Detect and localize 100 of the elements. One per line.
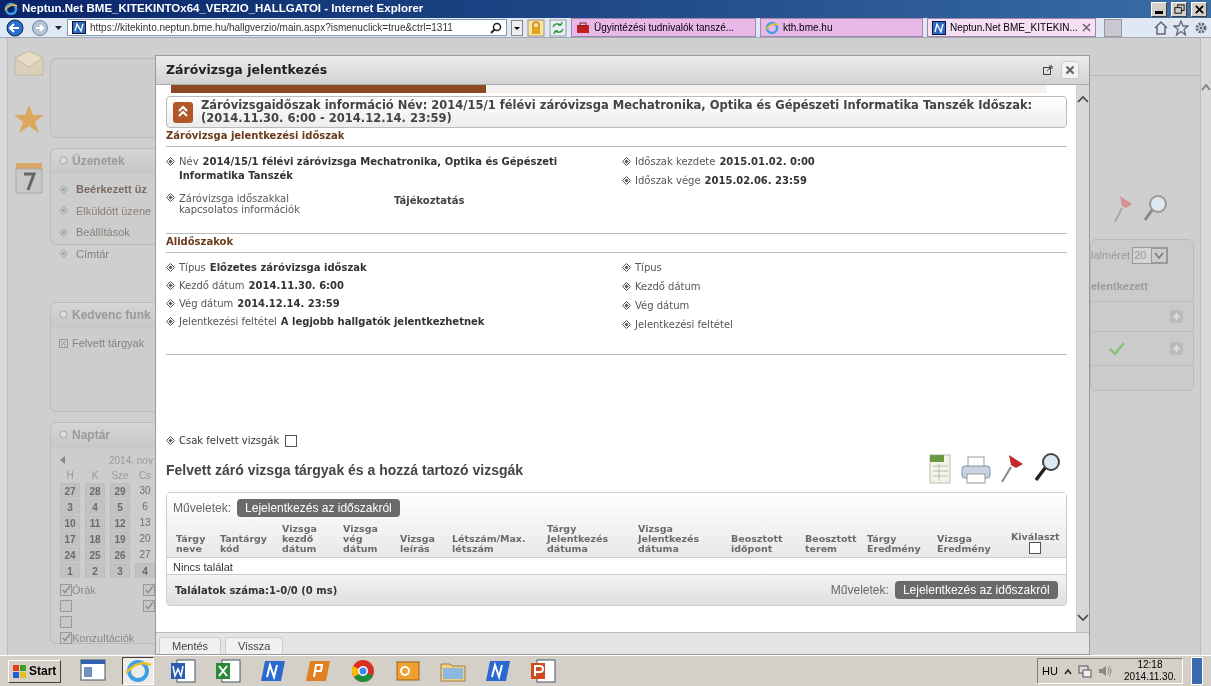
panel-title: Kedvenc funk <box>72 306 151 324</box>
pushpin-icon[interactable] <box>998 452 1025 484</box>
calendar-day[interactable]: 11 <box>85 515 105 530</box>
calendar-icon[interactable] <box>15 162 43 194</box>
browser-logo-icon <box>765 20 779 35</box>
spreadsheet-icon[interactable] <box>928 454 953 484</box>
close-icon[interactable] <box>1081 23 1091 32</box>
new-tab-button[interactable] <box>1103 18 1122 37</box>
calendar-day[interactable]: 13 <box>135 515 155 530</box>
close-icon <box>1065 65 1075 75</box>
diamond-bullet-icon <box>622 320 631 329</box>
language-indicator[interactable]: HU <box>1042 662 1058 680</box>
star-icon[interactable] <box>1173 19 1189 36</box>
calendar-day[interactable]: 25 <box>85 547 105 562</box>
field-text: Típus Előzetes záróvizsga időszak <box>179 261 367 275</box>
calendar-day[interactable]: 19 <box>110 531 130 546</box>
restore-icon <box>1173 3 1185 15</box>
calendar-day[interactable]: 17 <box>60 531 80 546</box>
start-button[interactable]: Start <box>8 659 62 683</box>
info-link[interactable]: Tájékoztatás <box>394 193 566 215</box>
calendar-day[interactable]: 18 <box>85 531 105 546</box>
result-count: Találatok száma:1-0/0 (0 ms) <box>175 583 338 598</box>
scrollbar[interactable] <box>1075 85 1089 632</box>
calendar-day[interactable]: 20 <box>135 531 155 546</box>
calendar-day[interactable]: 3 <box>60 499 80 514</box>
dialog-button[interactable]: Vissza <box>225 637 284 654</box>
calendar-day[interactable]: 6 <box>135 499 155 514</box>
browser-tab[interactable]: Ügyintézési tudnivalók tanszé... <box>571 18 756 37</box>
collapse-button-icon[interactable] <box>173 102 193 123</box>
calendar-day[interactable]: 29 <box>110 483 130 498</box>
panel-title: Üzenetek <box>72 152 125 170</box>
window-title: Neptun.Net BME_KITEKINTOx64_VERZIO_HALLGATOI - Internet Explorer <box>22 1 425 17</box>
search-icon[interactable] <box>490 21 502 34</box>
browser-tab[interactable]: Neptun.Net BME_KITEKIN... <box>927 18 1096 37</box>
menu-item[interactable]: Elküldött üzene <box>76 202 152 219</box>
calendar-day[interactable]: 27 <box>60 483 80 498</box>
browser-tab[interactable]: kth.bme.hu <box>760 18 923 37</box>
section-heading: Záróvizsga jelentkezési időszak <box>166 128 1067 147</box>
menu-item[interactable]: Beállítások <box>76 224 130 241</box>
diamond-bullet-icon <box>166 193 175 202</box>
checkbox[interactable] <box>60 584 72 596</box>
pop-out-icon[interactable] <box>1043 65 1053 75</box>
checkbox[interactable] <box>143 600 155 612</box>
checkbox[interactable] <box>143 584 155 596</box>
home-icon[interactable] <box>1153 19 1169 36</box>
network-icon[interactable] <box>1077 664 1092 678</box>
dialog-button[interactable]: Mentés <box>159 637 222 654</box>
checkbox[interactable] <box>60 632 72 644</box>
checkbox-label: Konzultációk <box>72 630 135 646</box>
checkbox[interactable] <box>60 616 72 628</box>
checkbox-icon <box>59 338 68 348</box>
column-header: Tárgy Eredmény <box>867 534 922 554</box>
checkbox-label: Csak felvett vizsgák <box>179 434 280 448</box>
unregister-button[interactable]: Lejelentkezés az időszakról <box>237 499 400 517</box>
diamond-bullet-icon <box>166 299 175 308</box>
diamond-bullet-icon <box>622 176 631 185</box>
minimize-button[interactable] <box>1151 1 1167 17</box>
refresh-icon[interactable] <box>549 18 567 37</box>
menu-item[interactable]: Beérkezett üz <box>76 181 147 198</box>
calendar-day[interactable]: 30 <box>135 483 155 498</box>
star-icon[interactable] <box>13 104 45 134</box>
menu-item[interactable]: Címtár <box>76 245 109 262</box>
show-desktop-button[interactable] <box>1191 657 1203 685</box>
select-all-checkbox[interactable] <box>1029 542 1042 554</box>
calendar-day[interactable]: 24 <box>60 547 80 562</box>
page-scrollbar[interactable] <box>1200 38 1211 655</box>
circle-icon <box>59 156 68 165</box>
calendar-day[interactable]: 10 <box>60 515 80 530</box>
calendar-day[interactable]: 27 <box>135 547 155 562</box>
field-label: Záróvizsga időszakkal kapcsolatos információk <box>179 193 301 215</box>
circle-icon <box>59 310 68 319</box>
back-icon[interactable] <box>4 18 26 37</box>
calendar-day[interactable]: 3 <box>110 563 130 578</box>
calendar-day[interactable]: 28 <box>85 483 105 498</box>
search-icon[interactable] <box>1032 452 1061 484</box>
speaker-icon[interactable] <box>1097 664 1112 678</box>
column-header: Vizsga Jelentkezés dátuma <box>638 524 701 554</box>
calendar-day[interactable]: 5 <box>110 499 130 514</box>
calendar-day[interactable]: 2 <box>85 563 105 578</box>
page-size-select[interactable]: 20 <box>1132 246 1169 264</box>
checkbox[interactable] <box>285 434 298 447</box>
calendar-day[interactable]: 1 <box>60 563 80 578</box>
column-header: Kiválaszt <box>1011 532 1060 542</box>
calendar-day[interactable]: 4 <box>85 499 105 514</box>
menu-item[interactable]: Felvett tárgyak <box>72 335 145 352</box>
browser-logo-taskbar-button[interactable] <box>122 657 155 685</box>
calendar-day[interactable]: 26 <box>110 547 130 562</box>
up-chevron-icon[interactable] <box>1063 667 1072 675</box>
diamond-bullet-icon <box>622 301 631 310</box>
unregister-button[interactable]: Lejelentkezés az időszakról <box>894 581 1058 599</box>
dropdown-arrow-icon[interactable] <box>54 23 63 32</box>
diamond-bullet-icon <box>59 227 68 237</box>
previous-arrow-icon[interactable] <box>60 456 66 464</box>
calendar-day[interactable]: 12 <box>110 515 130 530</box>
restore-button[interactable] <box>1171 1 1187 17</box>
diamond-bullet-icon <box>166 157 175 166</box>
calendar-day[interactable]: 4 <box>135 563 155 578</box>
printer-icon[interactable] <box>960 456 991 484</box>
address-field[interactable]: https://kitekinto.neptun.bme.hu/hallgverzio/main.aspx?ismenuclick=true&ctrl=1311 <box>67 19 507 36</box>
checkbox[interactable] <box>60 600 72 612</box>
